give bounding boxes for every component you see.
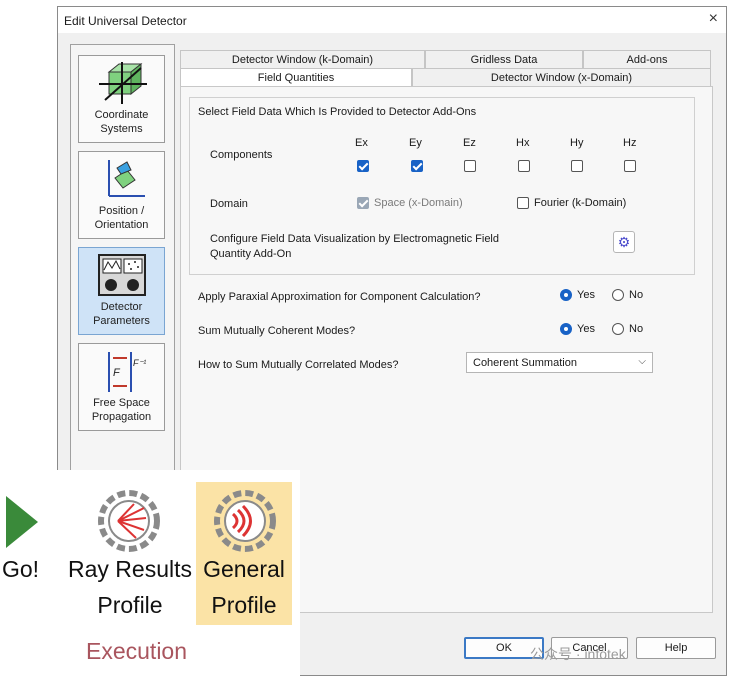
title-bar: Edit Universal Detector ×	[58, 7, 726, 33]
coherent-yes-radio[interactable]	[560, 323, 572, 335]
general-profile-label[interactable]: General	[196, 556, 292, 583]
ex-checkbox[interactable]	[357, 160, 369, 172]
paraxial-yes-radio[interactable]	[560, 289, 572, 301]
tab-add-ons[interactable]: Add-ons	[583, 50, 711, 68]
coherent-no-radio[interactable]	[612, 323, 624, 335]
svg-text:F⁻¹: F⁻¹	[133, 358, 146, 368]
nav-item-coordinate-systems[interactable]: Coordinate Systems	[78, 55, 165, 143]
space-domain-checkbox	[357, 197, 369, 209]
nav-item-position-orientation[interactable]: Position / Orientation	[78, 151, 165, 239]
fourier-domain-checkbox[interactable]	[517, 197, 529, 209]
paraxial-no-label: No	[629, 289, 644, 301]
tab-detector-window-x[interactable]: Detector Window (x-Domain)	[412, 68, 711, 86]
close-icon[interactable]: ×	[709, 10, 718, 28]
component-name-ey: Ey	[409, 137, 422, 149]
nav-label: Systems	[100, 123, 143, 135]
correlated-modes-select[interactable]: Coherent Summation ⌵	[466, 352, 653, 373]
paraxial-yes-label: Yes	[577, 289, 595, 301]
general-profile-icon[interactable]	[212, 488, 278, 554]
nav-label: Free Space	[93, 397, 150, 409]
ray-results-label-2[interactable]: Profile	[68, 592, 192, 619]
component-name-hz: Hz	[623, 137, 637, 149]
ez-checkbox[interactable]	[464, 160, 476, 172]
configure-gear-button[interactable]: ⚙	[613, 231, 635, 253]
hx-checkbox[interactable]	[518, 160, 530, 172]
component-name-hx: Hx	[516, 137, 530, 149]
coordinate-systems-icon	[98, 62, 147, 104]
configure-visualization-label-2: Quantity Add-On	[210, 248, 292, 260]
free-space-propagation-icon: F F⁻¹	[107, 352, 146, 392]
category-nav: Coordinate Systems Position / Orientatio…	[70, 44, 175, 478]
chevron-down-icon: ⌵	[638, 356, 646, 367]
svg-text:F: F	[113, 367, 121, 379]
watermark: 公众号 · infotek	[530, 646, 626, 662]
tab-gridless-data[interactable]: Gridless Data	[425, 50, 583, 68]
gear-icon: ⚙	[617, 234, 631, 250]
dialog-title: Edit Universal Detector	[64, 14, 187, 28]
fourier-domain-label: Fourier (k-Domain)	[534, 197, 627, 209]
ray-results-label[interactable]: Ray Results	[68, 556, 192, 583]
nav-label: Coordinate	[94, 109, 149, 121]
coherent-yes-label: Yes	[577, 323, 595, 335]
domain-label: Domain	[210, 198, 248, 210]
paraxial-no-radio[interactable]	[612, 289, 624, 301]
component-name-ex: Ex	[355, 137, 368, 149]
go-button-label[interactable]: Go!	[2, 556, 39, 583]
group-title: Select Field Data Which Is Provided to D…	[198, 106, 477, 118]
coherent-no-label: No	[629, 323, 644, 335]
components-label: Components	[210, 149, 273, 161]
correlated-modes-label: How to Sum Mutually Correlated Modes?	[198, 359, 399, 371]
execution-ribbon-group: Go! Ray Results Profile General Profile …	[0, 470, 300, 682]
coherent-modes-label: Sum Mutually Coherent Modes?	[198, 325, 356, 337]
detector-parameters-icon	[97, 254, 146, 296]
ey-checkbox[interactable]	[411, 160, 423, 172]
component-name-hy: Hy	[570, 137, 584, 149]
correlated-modes-value: Coherent Summation	[473, 357, 577, 369]
nav-item-detector-parameters[interactable]: Detector Parameters	[78, 247, 165, 335]
nav-label: Propagation	[91, 411, 152, 423]
hz-checkbox[interactable]	[624, 160, 636, 172]
paraxial-label: Apply Paraxial Approximation for Compone…	[198, 291, 481, 303]
nav-label: Parameters	[93, 315, 150, 327]
position-orientation-icon	[107, 160, 145, 197]
nav-label: Orientation	[94, 219, 149, 231]
tab-field-quantities[interactable]: Field Quantities	[180, 68, 412, 86]
help-button[interactable]: Help	[636, 637, 716, 659]
ray-results-profile-icon[interactable]	[96, 488, 162, 554]
tab-detector-window-k[interactable]: Detector Window (k-Domain)	[180, 50, 425, 68]
component-name-ez: Ez	[463, 137, 476, 149]
general-profile-label-2[interactable]: Profile	[196, 592, 292, 619]
hy-checkbox[interactable]	[571, 160, 583, 172]
nav-label: Position /	[98, 205, 145, 217]
nav-item-free-space-propagation[interactable]: F F⁻¹ Free Space Propagation	[78, 343, 165, 431]
configure-visualization-label: Configure Field Data Visualization by El…	[210, 233, 499, 245]
execution-group-label: Execution	[86, 638, 188, 664]
nav-label: Detector	[100, 301, 143, 313]
space-domain-label: Space (x-Domain)	[374, 197, 463, 209]
go-play-icon[interactable]	[2, 492, 42, 552]
